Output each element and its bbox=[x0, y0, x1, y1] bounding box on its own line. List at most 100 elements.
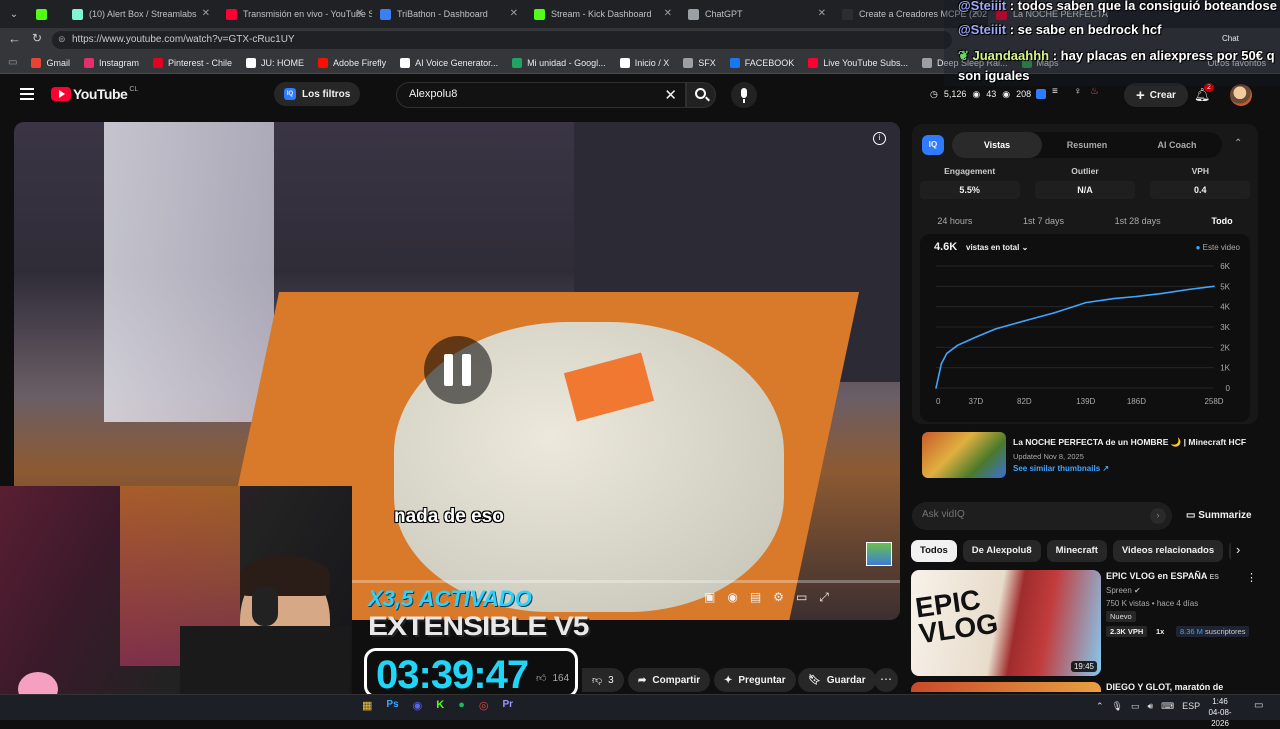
rec-next-title[interactable]: DIEGO Y GLOT, maratón de bbox=[1106, 682, 1223, 692]
more-actions-button[interactable]: ⋯ bbox=[874, 668, 898, 692]
avatar[interactable] bbox=[1230, 84, 1252, 106]
theater-mode-icon[interactable]: ▭ bbox=[796, 590, 807, 605]
tab-close-icon[interactable]: ✕ bbox=[356, 8, 364, 19]
bookmark-item[interactable]: Live YouTube Subs... bbox=[808, 57, 908, 68]
end-screen-thumbnail[interactable] bbox=[866, 542, 892, 566]
ask-button[interactable]: ✦ Preguntar bbox=[714, 668, 796, 692]
chip[interactable]: Videos relacionados bbox=[1112, 540, 1224, 562]
tab-close-icon[interactable]: ✕ bbox=[510, 8, 518, 19]
vidiq-player-icon[interactable]: ▣ bbox=[704, 590, 715, 605]
vidiq-tab-0[interactable]: Vistas bbox=[952, 132, 1042, 158]
search-input[interactable] bbox=[409, 88, 649, 100]
notifications-button[interactable]: 🔔︎ 2 bbox=[1194, 83, 1214, 104]
summarize-button[interactable]: ▭ Summarize bbox=[1186, 510, 1252, 521]
chip[interactable]: Pa bbox=[1229, 540, 1231, 562]
chip[interactable]: Minecraft bbox=[1046, 540, 1107, 562]
bookmark-item[interactable]: Inicio / X bbox=[619, 57, 669, 68]
bookmarks-icon[interactable]: ▭ bbox=[8, 57, 17, 68]
tab-close-icon[interactable]: ✕ bbox=[202, 8, 210, 19]
bookmark-item[interactable]: Mi unidad - Googl... bbox=[512, 57, 606, 68]
address-bar[interactable]: ⊜ https://www.youtube.com/watch?v=GTX-cR… bbox=[52, 31, 952, 49]
info-icon[interactable]: i bbox=[873, 132, 886, 145]
rec-more-icon[interactable]: ⋮ bbox=[1246, 571, 1257, 584]
chrome-icon[interactable]: ◎ bbox=[479, 699, 489, 712]
reload-icon[interactable]: ↻ bbox=[32, 31, 42, 45]
range-tab[interactable]: 1st 28 days bbox=[1115, 216, 1161, 226]
save-button[interactable]: 🔖︎ Guardar bbox=[798, 668, 876, 692]
subtitles-icon[interactable]: ▤ bbox=[750, 590, 761, 605]
back-icon[interactable]: ← bbox=[8, 31, 21, 46]
tray-chevron-icon[interactable]: ⌃ bbox=[1096, 701, 1104, 712]
browser-tab[interactable]: Stream - Kick Dashboard ✕ bbox=[526, 0, 680, 28]
tab-list-icon[interactable]: ⌄ bbox=[0, 9, 28, 20]
send-icon[interactable]: › bbox=[1150, 508, 1166, 524]
input-language[interactable]: ESP bbox=[1182, 701, 1200, 712]
rec-next-thumbnail[interactable] bbox=[911, 682, 1101, 692]
site-info-icon[interactable]: ⊜ bbox=[58, 34, 66, 45]
chips-next-icon[interactable]: › bbox=[1236, 542, 1240, 557]
trophy-icon[interactable]: ♀ bbox=[1074, 86, 1082, 97]
bookmark-item[interactable]: Adobe Firefly bbox=[318, 57, 386, 68]
menu-icon[interactable] bbox=[20, 88, 34, 100]
bookmark-item[interactable]: Instagram bbox=[83, 57, 139, 68]
kick-icon[interactable]: K bbox=[436, 699, 444, 712]
mic-tray-icon[interactable]: 🎙︎ bbox=[1112, 701, 1123, 712]
similar-thumbnails-link[interactable]: See similar thumbnails ↗ bbox=[1013, 464, 1109, 473]
browser-tab[interactable]: TriBathon - Dashboard ✕ bbox=[372, 0, 526, 28]
photoshop-icon[interactable]: Ps bbox=[386, 699, 398, 712]
search-button[interactable] bbox=[686, 82, 716, 108]
tab-close-icon[interactable]: ✕ bbox=[818, 8, 826, 19]
progress-bar[interactable] bbox=[352, 580, 900, 583]
create-button[interactable]: + Crear bbox=[1124, 83, 1188, 107]
clear-search-icon[interactable]: ✕ bbox=[664, 86, 677, 104]
vidiq-toolbar-icon[interactable] bbox=[1036, 89, 1046, 99]
total-views-dropdown[interactable]: vistas en total ⌄ bbox=[966, 243, 1028, 252]
vidiq-tab-2[interactable]: AI Coach bbox=[1132, 132, 1222, 158]
share-button[interactable]: ➦ Compartir bbox=[628, 668, 711, 692]
premiere-icon[interactable]: Pr bbox=[502, 699, 513, 712]
vidiq-tab-1[interactable]: Resumen bbox=[1042, 132, 1132, 158]
dislike-button[interactable]: 👎︎ 3 bbox=[582, 668, 624, 692]
fullscreen-icon[interactable]: ⤢ bbox=[819, 590, 829, 605]
bookmark-item[interactable]: JU: HOME bbox=[246, 57, 304, 68]
filters-button[interactable]: IQ Los filtros bbox=[274, 82, 361, 106]
browser-tab[interactable]: ChatGPT ✕ bbox=[680, 0, 834, 28]
clock[interactable]: 1:46 04-08-2026 bbox=[1200, 696, 1240, 729]
chip[interactable]: De Alexpolu8 bbox=[962, 540, 1041, 562]
discord-icon[interactable]: ◉ bbox=[413, 699, 423, 712]
collapse-icon[interactable]: ⌃ bbox=[1234, 138, 1242, 149]
pause-button[interactable] bbox=[424, 336, 492, 404]
bookmark-item[interactable]: Pinterest - Chile bbox=[153, 57, 232, 68]
settings-icon[interactable]: ⚙ bbox=[773, 590, 784, 605]
file-explorer-icon[interactable]: ▦ bbox=[362, 699, 372, 712]
rec-thumbnail[interactable]: EPIC VLOG 19:45 bbox=[911, 570, 1101, 676]
like-count[interactable]: 👍︎ 164 bbox=[536, 672, 569, 684]
autoplay-icon[interactable]: ◉ bbox=[727, 590, 737, 605]
volume-icon[interactable]: 🔊︎ bbox=[1148, 701, 1154, 712]
ask-vidiq-input[interactable] bbox=[922, 509, 1122, 520]
browser-tab[interactable]: Transmisión en vivo - YouTube S ✕ bbox=[218, 0, 372, 28]
network-icon[interactable]: ▭ bbox=[1131, 701, 1140, 712]
browser-tab[interactable]: (10) Alert Box / Streamlabs ✕ bbox=[64, 0, 218, 28]
spotify-icon[interactable]: ● bbox=[458, 699, 465, 712]
range-tab[interactable]: Todo bbox=[1211, 216, 1232, 226]
bookmark-item[interactable]: Gmail bbox=[31, 57, 70, 68]
youtube-logo[interactable]: YouTube CL bbox=[51, 86, 138, 102]
range-tab[interactable]: 24 hours bbox=[937, 216, 972, 226]
bookmark-item[interactable]: FACEBOOK bbox=[729, 57, 794, 68]
video-thumbnail[interactable] bbox=[922, 432, 1006, 478]
filter-toolbar-icon[interactable]: ≡ bbox=[1052, 86, 1058, 97]
bell-alert-icon[interactable]: ♨ bbox=[1090, 86, 1099, 97]
browser-tab[interactable] bbox=[28, 0, 64, 28]
rec-channel[interactable]: Spreen ✔︎ bbox=[1106, 586, 1141, 595]
range-tab[interactable]: 1st 7 days bbox=[1023, 216, 1064, 226]
keyboard-icon[interactable]: ⌨ bbox=[1161, 701, 1174, 712]
rec-title[interactable]: EPIC VLOG en ESPAÑA ES bbox=[1106, 571, 1219, 581]
chat-tab-button[interactable]: Chat bbox=[1222, 34, 1239, 43]
bookmark-item[interactable]: AI Voice Generator... bbox=[400, 57, 498, 68]
voice-search-button[interactable] bbox=[731, 82, 757, 108]
bookmark-item[interactable]: SFX bbox=[683, 57, 716, 68]
chip[interactable]: Todos bbox=[911, 540, 957, 562]
tab-close-icon[interactable]: ✕ bbox=[664, 8, 672, 19]
notification-center-icon[interactable]: ▭ bbox=[1254, 700, 1263, 711]
